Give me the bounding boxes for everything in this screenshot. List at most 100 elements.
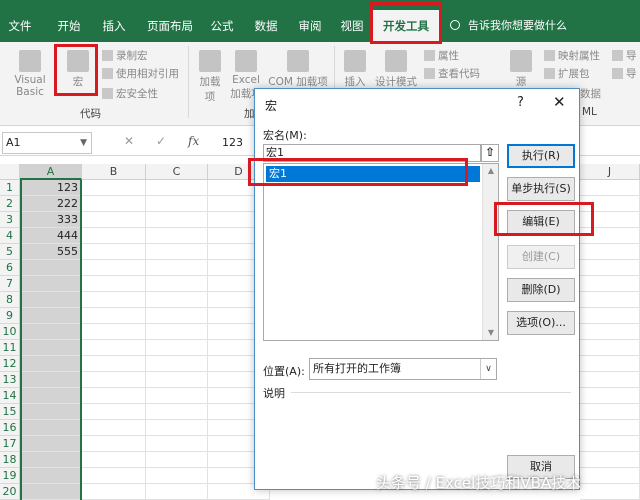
cell[interactable] xyxy=(82,404,146,420)
cell[interactable] xyxy=(82,324,146,340)
row-header[interactable]: 7 xyxy=(0,276,20,292)
row-header[interactable]: 20 xyxy=(0,484,20,500)
cell[interactable] xyxy=(146,324,208,340)
tab-file[interactable]: 文件 xyxy=(0,10,40,42)
row-header[interactable]: 12 xyxy=(0,356,20,372)
column-header-a[interactable]: A xyxy=(20,164,82,180)
cell[interactable] xyxy=(580,292,640,308)
cell[interactable] xyxy=(82,372,146,388)
row-header[interactable]: 15 xyxy=(0,404,20,420)
cell[interactable] xyxy=(82,308,146,324)
tab-view[interactable]: 视图 xyxy=(334,10,370,42)
cell-a[interactable]: 123 xyxy=(20,180,82,196)
cell[interactable] xyxy=(580,388,640,404)
cell[interactable] xyxy=(82,484,146,500)
cell[interactable] xyxy=(146,404,208,420)
cell-a[interactable] xyxy=(20,420,82,436)
cell[interactable] xyxy=(146,196,208,212)
run-button[interactable]: 执行(R) xyxy=(507,144,575,168)
cell[interactable] xyxy=(82,452,146,468)
scroll-down-icon[interactable]: ▼ xyxy=(483,326,499,340)
cell[interactable] xyxy=(146,340,208,356)
cell[interactable] xyxy=(82,276,146,292)
cell[interactable] xyxy=(82,292,146,308)
cell-a[interactable] xyxy=(20,484,82,500)
row-header[interactable]: 17 xyxy=(0,436,20,452)
cell-a[interactable] xyxy=(20,260,82,276)
cell[interactable] xyxy=(146,484,208,500)
cell[interactable] xyxy=(580,180,640,196)
insert-control-button[interactable]: 插入 xyxy=(340,50,370,89)
row-header[interactable]: 4 xyxy=(0,228,20,244)
cell[interactable] xyxy=(146,388,208,404)
row-header[interactable]: 1 xyxy=(0,180,20,196)
cell[interactable] xyxy=(580,468,640,484)
row-header[interactable]: 8 xyxy=(0,292,20,308)
cell-a[interactable] xyxy=(20,388,82,404)
select-all-corner[interactable] xyxy=(0,164,20,180)
cell[interactable] xyxy=(580,436,640,452)
scroll-up-icon[interactable]: ▲ xyxy=(483,164,499,178)
cell[interactable] xyxy=(146,212,208,228)
options-button[interactable]: 选项(O)... xyxy=(507,311,575,335)
tab-review[interactable]: 审阅 xyxy=(292,10,328,42)
cell[interactable] xyxy=(580,276,640,292)
cell-a[interactable] xyxy=(20,436,82,452)
design-mode-button[interactable]: 设计模式 xyxy=(372,50,420,89)
xml-source-button[interactable]: 源 xyxy=(508,50,534,89)
row-header[interactable]: 18 xyxy=(0,452,20,468)
row-header[interactable]: 2 xyxy=(0,196,20,212)
cell[interactable] xyxy=(580,404,640,420)
cell[interactable] xyxy=(82,340,146,356)
cell[interactable] xyxy=(146,292,208,308)
cell[interactable] xyxy=(82,212,146,228)
cell[interactable] xyxy=(580,244,640,260)
addins-button[interactable]: 加载项 xyxy=(196,50,224,104)
insert-function-icon[interactable]: fx xyxy=(188,134,199,148)
cell[interactable] xyxy=(146,244,208,260)
cell-a[interactable] xyxy=(20,276,82,292)
cell[interactable] xyxy=(580,324,640,340)
cell[interactable] xyxy=(146,468,208,484)
location-select[interactable]: 所有打开的工作簿 ∨ xyxy=(309,358,497,380)
name-box[interactable]: A1 ▼ xyxy=(2,132,92,154)
row-header[interactable]: 14 xyxy=(0,388,20,404)
row-header[interactable]: 9 xyxy=(0,308,20,324)
cell-a[interactable] xyxy=(20,356,82,372)
row-header[interactable]: 5 xyxy=(0,244,20,260)
cell-a[interactable] xyxy=(20,308,82,324)
cell-a[interactable]: 444 xyxy=(20,228,82,244)
map-properties-button[interactable]: 映射属性 xyxy=(544,48,600,63)
macro-list[interactable]: 宏1 ▲ ▼ xyxy=(263,163,499,341)
cell[interactable] xyxy=(580,340,640,356)
cell-a[interactable] xyxy=(20,324,82,340)
column-header-c[interactable]: C xyxy=(146,164,208,180)
cell[interactable] xyxy=(82,388,146,404)
cell-a[interactable]: 222 xyxy=(20,196,82,212)
cell[interactable] xyxy=(146,356,208,372)
tab-page-layout[interactable]: 页面布局 xyxy=(140,10,200,42)
cell[interactable] xyxy=(82,196,146,212)
cell[interactable] xyxy=(146,372,208,388)
cell[interactable] xyxy=(82,436,146,452)
help-icon[interactable]: ? xyxy=(517,95,524,110)
cell[interactable] xyxy=(146,260,208,276)
cell-a[interactable] xyxy=(20,468,82,484)
arrow-up-icon[interactable]: ⇧ xyxy=(481,144,499,162)
cell-a[interactable] xyxy=(20,340,82,356)
cell-a[interactable] xyxy=(20,452,82,468)
chevron-down-icon[interactable]: ▼ xyxy=(80,133,87,153)
properties-button[interactable]: 属性 xyxy=(424,48,459,63)
cell[interactable] xyxy=(82,228,146,244)
cell[interactable] xyxy=(82,420,146,436)
cell[interactable] xyxy=(82,356,146,372)
macro-security-button[interactable]: 宏安全性 xyxy=(102,86,158,101)
cell[interactable] xyxy=(580,260,640,276)
visual-basic-button[interactable]: Visual Basic xyxy=(2,50,58,98)
row-header[interactable]: 13 xyxy=(0,372,20,388)
cell[interactable] xyxy=(146,452,208,468)
tab-insert[interactable]: 插入 xyxy=(94,10,134,42)
cell[interactable] xyxy=(580,372,640,388)
row-header[interactable]: 16 xyxy=(0,420,20,436)
macro-list-scrollbar[interactable]: ▲ ▼ xyxy=(482,164,498,340)
